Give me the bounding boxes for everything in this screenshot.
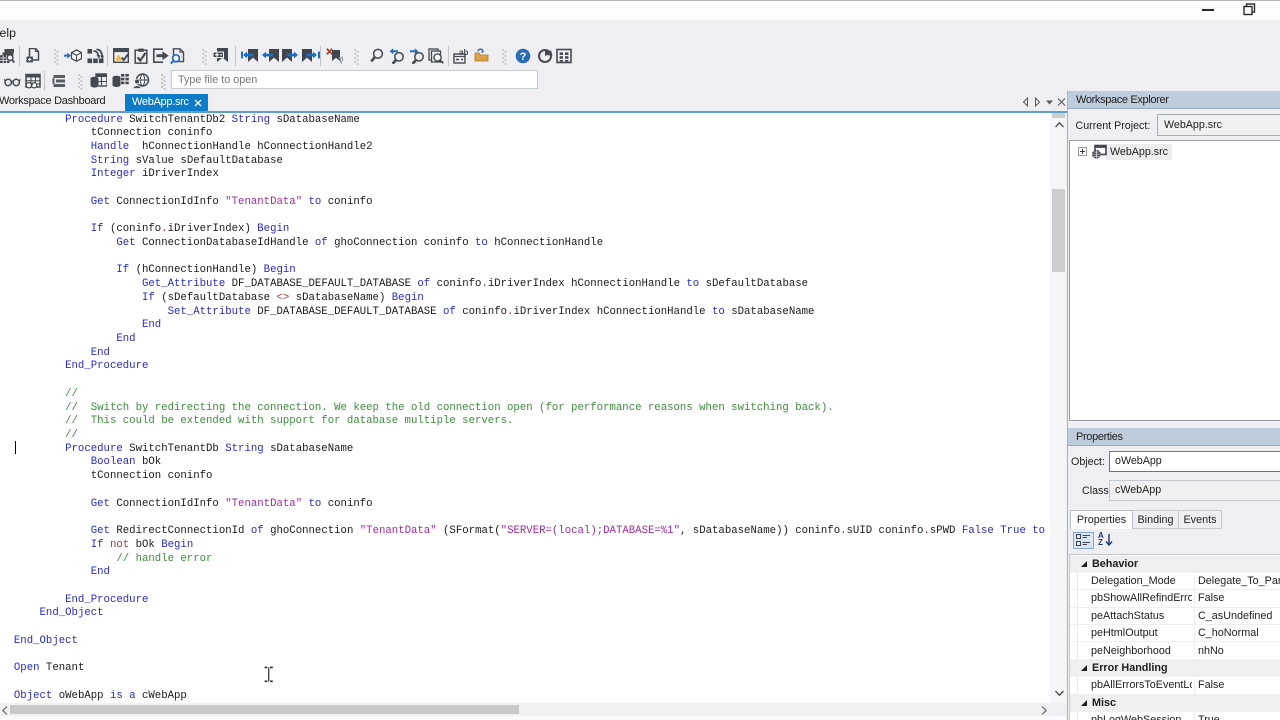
svg-text:?: ? [520, 51, 527, 63]
svg-text:ab: ab [459, 48, 468, 57]
